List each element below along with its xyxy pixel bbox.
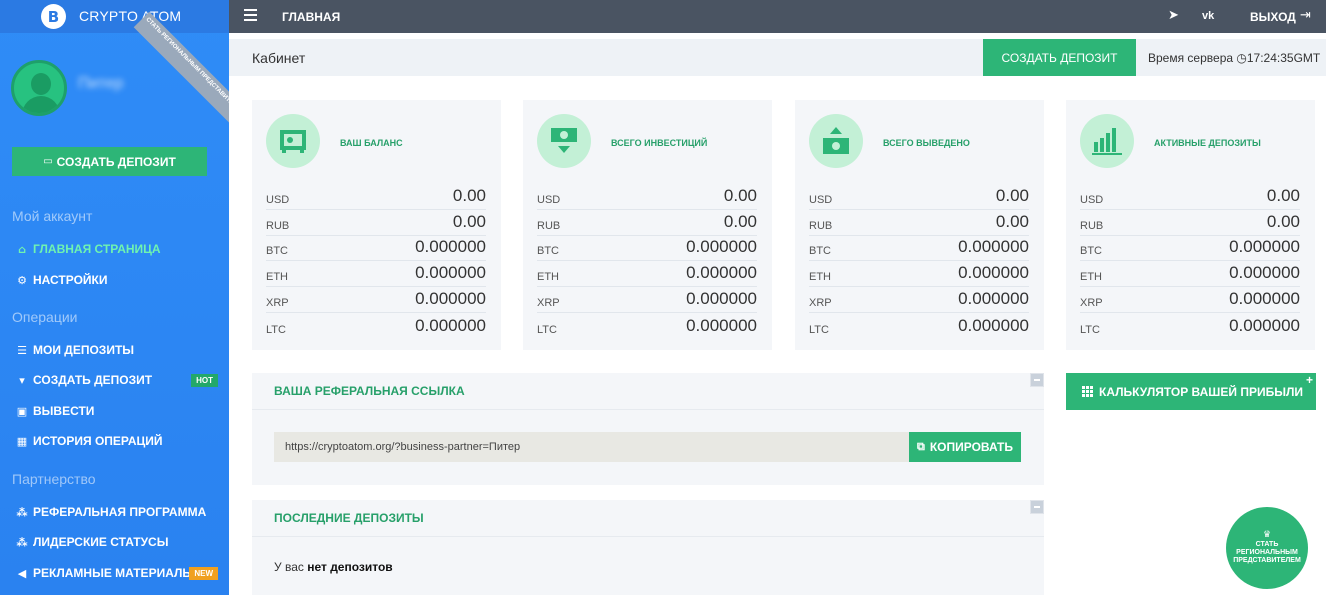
card-row: RUB 0.00 — [1080, 210, 1300, 236]
card-row: USD 0.00 — [1080, 184, 1300, 210]
card-row: XRP 0.000000 — [266, 287, 486, 313]
card-title: ВСЕГО ВЫВЕДЕНО — [883, 138, 970, 148]
sidebar-item-leader-status[interactable]: ⁂ ЛИДЕРСКИЕ СТАТУСЫ — [16, 535, 222, 549]
card-rows: USD 0.00 RUB 0.00 BTC 0.000000 ETH 0.000000 … — [809, 184, 1029, 339]
empty-deposits-message: У вас нет депозитов — [274, 560, 393, 574]
card-row: BTC 0.000000 — [266, 236, 486, 262]
topbar: ГЛАВНАЯ ➤ vk ВЫХОД ⇥ — [229, 0, 1326, 33]
card-row: BTC 0.000000 — [537, 236, 757, 262]
card-row: USD 0.00 — [809, 184, 1029, 210]
telegram-icon[interactable]: ➤ — [1168, 8, 1179, 23]
plus-icon: + — [1305, 373, 1313, 387]
sidebar-item-history[interactable]: ▦ ИСТОРИЯ ОПЕРАЦИЙ — [16, 434, 222, 448]
sidebar-item-promo[interactable]: ◀ РЕКЛАМНЫЕ МАТЕРИАЛЫ NEW — [16, 566, 222, 580]
table-icon: ▦ — [16, 434, 28, 448]
menu-icon[interactable] — [244, 9, 257, 21]
gear-icon: ⚙ — [17, 273, 27, 287]
card-row: LTC 0.000000 — [266, 315, 486, 336]
money-icon: ▭ — [43, 156, 53, 167]
list-icon: ☰ — [17, 343, 27, 357]
card-row: RUB 0.00 — [266, 210, 486, 236]
briefcase-icon: ▣ — [16, 404, 28, 418]
brand[interactable]: B CRYPTO ATOM — [0, 0, 229, 33]
collapse-icon[interactable] — [1030, 373, 1044, 387]
sidebar-item-withdraw[interactable]: ▣ ВЫВЕСТИ — [16, 404, 222, 418]
sidebar-item-create-deposit[interactable]: ▾ СОЗДАТЬ ДЕПОЗИТ HOT — [16, 373, 222, 387]
new-badge: NEW — [189, 566, 218, 580]
active-deposits-card: АКТИВНЫЕ ДЕПОЗИТЫ USD 0.00 RUB 0.00 BTC 0.0… — [1066, 100, 1315, 350]
bitcoin-logo-icon: B — [41, 4, 66, 29]
card-title: ВАШ БАЛАНС — [340, 138, 403, 148]
copy-icon: ⧉ — [916, 440, 925, 453]
card-row: BTC 0.000000 — [809, 236, 1029, 262]
card-rows: USD 0.00 RUB 0.00 BTC 0.000000 ETH 0.000000 … — [1080, 184, 1300, 339]
card-row: XRP 0.000000 — [1080, 287, 1300, 313]
home-icon: ⌂ — [18, 242, 26, 256]
section-my-account: Мой аккаунт — [12, 208, 93, 224]
sidebar-item-settings[interactable]: ⚙ НАСТРОЙКИ — [16, 273, 222, 287]
money-in-icon — [537, 114, 591, 168]
card-row: XRP 0.000000 — [809, 287, 1029, 313]
money-out-icon — [809, 114, 863, 168]
create-deposit-button[interactable]: СОЗДАТЬ ДЕПОЗИТ — [983, 39, 1136, 76]
avatar[interactable] — [11, 60, 67, 116]
withdrawn-card: ВСЕГО ВЫВЕДЕНО USD 0.00 RUB 0.00 BTC 0.0000… — [795, 100, 1044, 350]
sidebar-item-home[interactable]: ⌂ ГЛАВНАЯ СТРАНИЦА — [16, 242, 222, 256]
subheader: Кабинет СОЗДАТЬ ДЕПОЗИТ Время сервера ◷1… — [229, 39, 1326, 76]
card-row: ETH 0.000000 — [537, 261, 757, 288]
grid-icon — [1082, 386, 1093, 397]
user-icon — [31, 73, 51, 95]
copy-button[interactable]: ⧉ КОПИРОВАТЬ — [909, 432, 1021, 462]
card-row: LTC 0.000000 — [537, 315, 757, 336]
card-row: USD 0.00 — [537, 184, 757, 210]
card-title: ВСЕГО ИНВЕСТИЦИЙ — [611, 138, 708, 148]
sidebar: B CRYPTO ATOM СТАТЬ РЕГИОНАЛЬНЫМ ПРЕДСТА… — [0, 0, 229, 595]
section-operations: Операции — [12, 309, 78, 325]
card-row: ETH 0.000000 — [1080, 261, 1300, 288]
sidebar-create-deposit-button[interactable]: ▭ СОЗДАТЬ ДЕПОЗИТ — [12, 147, 207, 176]
sitemap-icon: ⁂ — [16, 535, 28, 549]
page-title: Кабинет — [252, 50, 306, 66]
logout-icon[interactable]: ⇥ — [1300, 8, 1311, 23]
profit-calculator-button[interactable]: КАЛЬКУЛЯТОР ВАШЕЙ ПРИБЫЛИ + — [1066, 373, 1316, 410]
crown-icon: ♛ — [1262, 530, 1272, 540]
card-row: ETH 0.000000 — [809, 261, 1029, 288]
card-row: RUB 0.00 — [537, 210, 757, 236]
download-icon: ▾ — [19, 373, 25, 387]
card-row: BTC 0.000000 — [1080, 236, 1300, 262]
card-row: USD 0.00 — [266, 184, 486, 210]
sidebar-item-my-deposits[interactable]: ☰ МОИ ДЕПОЗИТЫ — [16, 343, 222, 357]
recent-deposits-panel: ПОСЛЕДНИЕ ДЕПОЗИТЫ У вас нет депозитов — [252, 500, 1044, 595]
referral-link-field[interactable]: https://cryptoatom.org/?business-partner… — [274, 432, 909, 462]
safe-icon — [266, 114, 320, 168]
card-rows: USD 0.00 RUB 0.00 BTC 0.000000 ETH 0.000000 … — [537, 184, 757, 339]
balance-card: ВАШ БАЛАНС USD 0.00 RUB 0.00 BTC 0.000000 E… — [252, 100, 501, 350]
logout-link[interactable]: ВЫХОД — [1250, 10, 1296, 24]
referral-panel: ВАША РЕФЕРАЛЬНАЯ ССЫЛКА https://cryptoat… — [252, 373, 1044, 485]
card-row: XRP 0.000000 — [537, 287, 757, 313]
bullhorn-icon: ◀ — [17, 566, 27, 580]
username: Питер — [78, 75, 124, 92]
server-time: Время сервера ◷17:24:35GMT — [1148, 51, 1321, 65]
card-row: LTC 0.000000 — [1080, 315, 1300, 336]
hot-badge: HOT — [191, 373, 218, 387]
sitemap-icon: ⁂ — [16, 505, 28, 519]
clock-icon: ◷ — [1236, 51, 1247, 65]
section-partnership: Партнерство — [12, 471, 96, 487]
vk-icon[interactable]: vk — [1202, 10, 1214, 22]
card-row: ETH 0.000000 — [266, 261, 486, 288]
collapse-icon[interactable] — [1030, 500, 1044, 514]
card-row: RUB 0.00 — [809, 210, 1029, 236]
referral-panel-header: ВАША РЕФЕРАЛЬНАЯ ССЫЛКА — [252, 373, 1044, 410]
regional-representative-button[interactable]: ♛ СТАТЬ РЕГИОНАЛЬНЫМ ПРЕДСТАВИТЕЛЕМ — [1226, 507, 1308, 589]
brand-name: CRYPTO ATOM — [79, 8, 182, 24]
bar-chart-icon — [1080, 114, 1134, 168]
recent-deposits-header: ПОСЛЕДНИЕ ДЕПОЗИТЫ — [252, 500, 1044, 537]
card-row: LTC 0.000000 — [809, 315, 1029, 336]
sidebar-item-referral[interactable]: ⁂ РЕФЕРАЛЬНАЯ ПРОГРАММА — [16, 505, 222, 519]
top-home-link[interactable]: ГЛАВНАЯ — [282, 10, 340, 24]
card-title: АКТИВНЫЕ ДЕПОЗИТЫ — [1154, 138, 1261, 148]
card-rows: USD 0.00 RUB 0.00 BTC 0.000000 ETH 0.000000 … — [266, 184, 486, 339]
investments-card: ВСЕГО ИНВЕСТИЦИЙ USD 0.00 RUB 0.00 BTC 0.00… — [523, 100, 772, 350]
